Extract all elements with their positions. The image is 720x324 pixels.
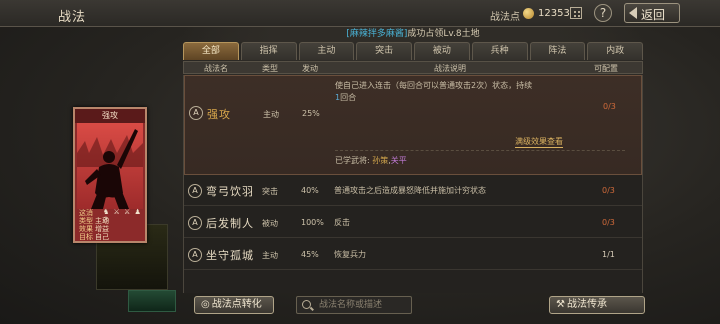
skill-name: 后发制人 bbox=[206, 217, 254, 230]
tab-all[interactable]: 全部 bbox=[183, 42, 239, 60]
column-header-desc: 战法说明 bbox=[434, 64, 466, 73]
desc-line1: 使自己进入连击（每回合可以普通攻击2次）状态，持续 bbox=[335, 81, 533, 90]
learned-hero[interactable]: 关平 bbox=[391, 156, 407, 165]
tab-troop[interactable]: 兵种 bbox=[471, 42, 528, 60]
grade-badge: A bbox=[189, 106, 203, 120]
convert-points-button[interactable]: ◎ 战法点转化 bbox=[194, 296, 274, 314]
card-background bbox=[128, 290, 176, 312]
skill-card: 强攻 ♞ ⚔ ⚔ ♟ ✇ 这消 类型 主动 效果 增益 目标 自己 bbox=[73, 107, 147, 243]
grade-badge: A bbox=[188, 248, 202, 262]
skill-description: 使自己进入连击（每回合可以普通攻击2次）状态，持续 1回合 bbox=[335, 80, 585, 104]
skill-rate: 25% bbox=[302, 109, 320, 118]
warrior-silhouette-icon bbox=[77, 129, 143, 209]
table-row-selected[interactable]: A 强攻 主动 25% 使自己进入连击（每回合可以普通攻击2次）状态，持续 1回… bbox=[184, 75, 642, 175]
skill-description: 普通攻击之后造成暴怒降低并施加计穷状态 bbox=[334, 186, 486, 195]
search-icon bbox=[302, 300, 311, 309]
back-button[interactable]: 返回 bbox=[624, 3, 680, 23]
convert-icon: ◎ bbox=[201, 299, 210, 310]
page-title: 战法 bbox=[58, 10, 87, 25]
skill-type: 被动 bbox=[262, 219, 278, 228]
card-info: 这消 类型 主动 效果 增益 目标 自己 bbox=[79, 209, 109, 241]
tab-command[interactable]: 指挥 bbox=[240, 42, 297, 60]
card-attribute-icons: ♞ ⚔ ⚔ ♟ ✇ bbox=[103, 208, 142, 224]
skill-name: 弯弓饮羽 bbox=[206, 185, 254, 198]
table-row[interactable]: A 坐守孤城 主动 45% 恢复兵力 1/1 bbox=[184, 240, 642, 270]
skill-list[interactable]: A 强攻 主动 25% 使自己进入连击（每回合可以普通攻击2次）状态，持续 1回… bbox=[183, 75, 643, 293]
tab-active[interactable]: 主动 bbox=[298, 42, 355, 60]
card-illustration bbox=[77, 123, 143, 209]
card-info-line: 效果 增益 bbox=[79, 225, 109, 233]
back-arrow-icon bbox=[629, 7, 637, 19]
tab-assault[interactable]: 突击 bbox=[356, 42, 412, 60]
tab-formation[interactable]: 阵法 bbox=[529, 42, 586, 60]
skill-type: 主动 bbox=[263, 110, 279, 119]
card-info-line: 目标 自己 bbox=[79, 233, 109, 241]
inherit-skill-button[interactable]: ⚒ 战法传承 bbox=[549, 296, 645, 314]
hammer-icon: ⚒ bbox=[556, 299, 565, 310]
skill-count: 0/3 bbox=[602, 218, 615, 227]
learned-heroes: 已学武将: 孙策,关平 bbox=[335, 155, 407, 166]
search-input[interactable] bbox=[319, 298, 409, 312]
column-header-rate: 发动 bbox=[302, 64, 318, 73]
skill-description: 恢复兵力 bbox=[334, 250, 366, 259]
card-info-line: 这消 bbox=[79, 209, 93, 217]
search-box[interactable] bbox=[296, 296, 412, 314]
calculator-icon[interactable] bbox=[570, 7, 582, 19]
inherit-label: 战法传承 bbox=[566, 299, 607, 310]
tab-passive[interactable]: 被动 bbox=[414, 42, 470, 60]
divider bbox=[335, 150, 625, 151]
skill-count: 0/3 bbox=[602, 186, 615, 195]
skill-type: 突击 bbox=[262, 187, 278, 196]
skill-count: 0/3 bbox=[603, 102, 616, 111]
table-row[interactable]: A 弯弓饮羽 突击 40% 普通攻击之后造成暴怒降低并施加计穷状态 0/3 bbox=[184, 176, 642, 206]
top-bar: 战法 战法点 12353 ? 返回 bbox=[0, 0, 720, 27]
desc-line2: 回合 bbox=[340, 93, 357, 102]
skill-rate: 100% bbox=[301, 218, 324, 227]
points-label: 战法点 bbox=[490, 12, 520, 23]
table-row[interactable]: A 后发制人 被动 100% 反击 0/3 bbox=[184, 208, 642, 238]
category-tabs: 全部 指挥 主动 突击 被动 兵种 阵法 内政 bbox=[183, 42, 643, 60]
table-header: 战法名 类型 发动 战法说明 可配置 bbox=[183, 61, 643, 74]
grade-badge: A bbox=[188, 184, 202, 198]
skill-name: 坐守孤城 bbox=[206, 249, 254, 262]
card-title: 强攻 bbox=[75, 109, 145, 123]
column-header-count: 可配置 bbox=[594, 64, 618, 73]
column-header-name: 战法名 bbox=[204, 64, 228, 73]
notification-player: [麻辣拌多麻酱] bbox=[346, 29, 408, 39]
column-header-type: 类型 bbox=[262, 64, 278, 73]
full-effect-link[interactable]: 满级效果查看 bbox=[515, 136, 563, 148]
points-value: 12353 bbox=[538, 8, 570, 19]
notification-text: 成功占领Lv.8土地 bbox=[407, 29, 480, 39]
coin-icon bbox=[523, 8, 534, 19]
skill-type: 主动 bbox=[262, 251, 278, 260]
learned-label: 已学武将: bbox=[335, 156, 370, 165]
grade-badge: A bbox=[188, 216, 202, 230]
convert-label: 战法点转化 bbox=[211, 299, 262, 310]
skill-rate: 45% bbox=[301, 250, 319, 259]
card-info-line: 类型 主动 bbox=[79, 217, 109, 225]
back-label: 返回 bbox=[641, 8, 666, 22]
notification-banner: [麻辣拌多麻酱]成功占领Lv.8土地 bbox=[183, 27, 643, 42]
skill-count: 1/1 bbox=[602, 250, 615, 259]
skill-name: 强攻 bbox=[207, 108, 231, 121]
learned-hero[interactable]: 孙策 bbox=[372, 156, 388, 165]
help-button[interactable]: ? bbox=[594, 4, 612, 22]
tab-domestic[interactable]: 内政 bbox=[587, 42, 643, 60]
skill-description: 反击 bbox=[334, 218, 350, 227]
skill-rate: 40% bbox=[301, 186, 319, 195]
